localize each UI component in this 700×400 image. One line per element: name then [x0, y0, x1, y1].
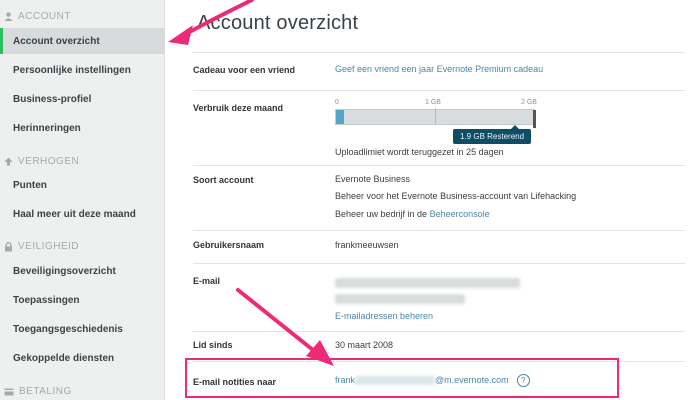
sidebar-item-reminders[interactable]: Herinneringen [0, 115, 165, 141]
member-since-label: Lid sinds [193, 340, 233, 350]
account-type-label: Soort account [193, 175, 254, 185]
username-label: Gebruikersnaam [193, 240, 265, 250]
settings-sidebar: ACCOUNT Account overzicht Persoonlijke i… [0, 0, 165, 400]
section-title: VEILIGHEID [18, 241, 80, 252]
account-type-value: Evernote Business [335, 174, 411, 184]
upgrade-arrow-icon [4, 157, 13, 166]
email-row: E-mail E-mailadressen beheren [193, 263, 685, 331]
tick-label: 0 [335, 99, 339, 106]
usage-bar-midline [435, 108, 436, 124]
account-type-row: Soort account Evernote Business Beheer v… [193, 165, 685, 230]
usage-bar-end [533, 110, 536, 128]
usage-meter: 0 1 GB 2 GB 1.9 GB Resterend [335, 99, 537, 144]
redacted-email [335, 294, 465, 304]
admin-console-link[interactable]: Beheerconsole [430, 209, 490, 219]
sidebar-item-personal-settings[interactable]: Persoonlijke instellingen [0, 57, 165, 83]
sidebar-item-label: Toepassingen [13, 294, 80, 306]
gift-row: Cadeau voor een vriend Geef een vriend e… [193, 52, 685, 90]
member-since-value: 30 maart 2008 [335, 340, 394, 350]
sidebar-item-label: Account overzicht [13, 35, 100, 47]
tick-label: 2 GB [521, 99, 537, 106]
sidebar-item-get-more[interactable]: Haal meer uit deze maand [0, 201, 165, 227]
main-content: Account overzicht Cadeau voor een vriend… [165, 0, 700, 400]
sidebar-item-account-overview[interactable]: Account overzicht [0, 28, 165, 54]
section-title: VERHOGEN [18, 156, 80, 167]
usage-bar [335, 108, 536, 128]
manage-emails-link[interactable]: E-mailadressen beheren [335, 311, 433, 321]
sidebar-item-access-history[interactable]: Toegangsgeschiedenis [0, 316, 165, 342]
highlight-box [185, 358, 619, 398]
sidebar-item-label: Toegangsgeschiedenis [13, 323, 123, 335]
sidebar-item-label: Punten [13, 179, 47, 191]
sidebar-item-label: Haal meer uit deze maand [13, 208, 136, 220]
manage-business-prefix: Beheer uw bedrijf in de [335, 209, 430, 219]
sidebar-item-business-profile[interactable]: Business-profiel [0, 86, 165, 112]
tick-label: 1 GB [425, 99, 441, 106]
page-title: Account overzicht [197, 12, 359, 34]
sidebar-item-applications[interactable]: Toepassingen [0, 287, 165, 313]
usage-bar-fill [336, 110, 344, 124]
usage-label: Verbruik deze maand [193, 103, 284, 113]
sidebar-item-connected-services[interactable]: Gekoppelde diensten [0, 345, 165, 371]
username-value: frankmeeuwsen [335, 240, 399, 250]
member-since-row: Lid sinds 30 maart 2008 [193, 331, 685, 361]
redacted-email [335, 278, 520, 288]
sidebar-item-label: Beveiligingsoverzicht [13, 265, 116, 277]
user-icon [4, 12, 13, 21]
sidebar-item-points[interactable]: Punten [0, 172, 165, 198]
upload-reset-note: Uploadlimiet wordt teruggezet in 25 dage… [335, 147, 504, 157]
section-title: BETALING [19, 386, 72, 397]
section-upgrade: VERHOGEN [4, 156, 79, 167]
section-security: VEILIGHEID [4, 241, 79, 252]
usage-ticks: 0 1 GB 2 GB [335, 99, 537, 109]
section-title: ACCOUNT [18, 11, 71, 22]
section-payment: BETALING [4, 386, 72, 397]
manage-business-text: Beheer uw bedrijf in de Beheerconsole [335, 209, 490, 219]
sidebar-item-security-overview[interactable]: Beveiligingsoverzicht [0, 258, 165, 284]
section-account: ACCOUNT [4, 11, 71, 22]
username-row: Gebruikersnaam frankmeeuwsen [193, 230, 685, 263]
gift-link[interactable]: Geef een vriend een jaar Evernote Premiu… [335, 64, 543, 74]
sidebar-item-label: Gekoppelde diensten [13, 352, 115, 364]
lock-icon [5, 241, 12, 251]
usage-row: Verbruik deze maand 0 1 GB 2 GB 1.9 GB R… [193, 90, 685, 165]
remaining-badge: 1.9 GB Resterend [453, 125, 532, 144]
card-icon [4, 388, 14, 395]
sidebar-item-label: Persoonlijke instellingen [13, 64, 131, 76]
sidebar-item-label: Herinneringen [13, 122, 81, 134]
account-type-description: Beheer voor het Evernote Business-accoun… [335, 191, 577, 201]
gift-label: Cadeau voor een vriend [193, 65, 296, 75]
email-label: E-mail [193, 276, 221, 286]
sidebar-item-label: Business-profiel [13, 93, 92, 105]
